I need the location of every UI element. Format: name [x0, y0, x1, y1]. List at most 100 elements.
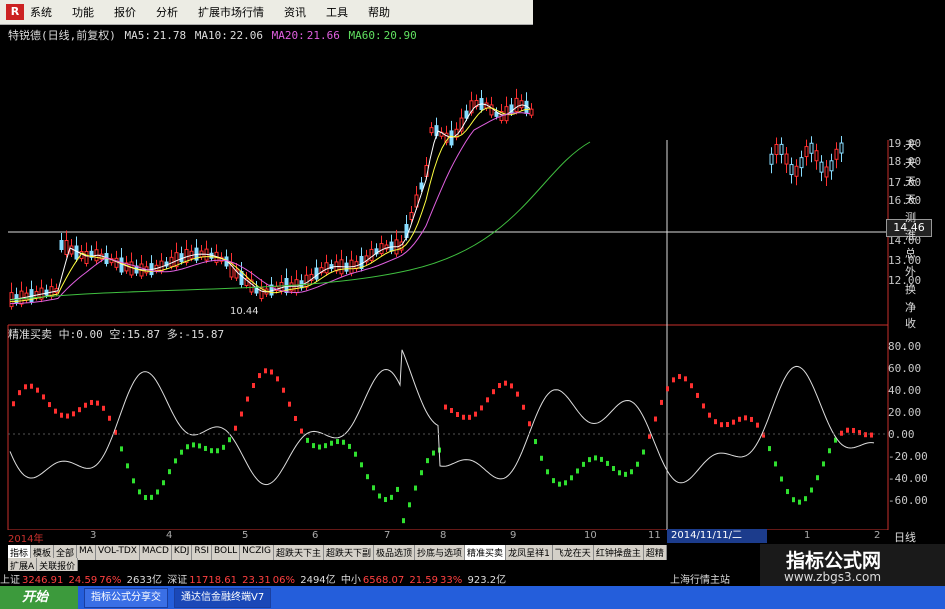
osc-mark: [750, 416, 753, 422]
osc-mark: [504, 380, 507, 386]
osc-mark: [516, 391, 519, 397]
ma10-value: 22.06: [229, 29, 263, 42]
tab-chaodie-sub[interactable]: 超跌天下副: [324, 545, 375, 560]
period-label[interactable]: 日线: [894, 529, 916, 545]
side-label[interactable]: 收: [905, 315, 916, 331]
tab-feilong[interactable]: 飞龙在天: [552, 545, 594, 560]
candle-body: [304, 274, 309, 288]
osc-short-value: 15.87: [127, 328, 161, 341]
osc-mark: [294, 415, 297, 421]
osc-mark: [624, 471, 627, 477]
side-label[interactable]: 外: [905, 263, 916, 279]
osc-mark: [684, 376, 687, 382]
osc-mark: [24, 384, 27, 390]
osc-mark: [510, 383, 513, 389]
ticker-value: 3246.91: [22, 575, 64, 586]
ticker-change: 24.59: [68, 575, 98, 586]
osc-mark: [168, 469, 171, 475]
tab-rsi[interactable]: RSI: [192, 545, 213, 560]
task-tdx[interactable]: 通达信金融终端V7: [174, 587, 272, 608]
side-label[interactable]: 测: [905, 209, 916, 225]
oscillator-header: 精准买卖 中:0.00 空:15.87 多:-15.87: [8, 326, 224, 342]
osc-mark: [420, 470, 423, 476]
watermark-url: www.zbgs3.com: [784, 570, 882, 584]
candle-body: [809, 142, 814, 154]
date-tick: 2014年: [8, 534, 44, 545]
osc-mark: [324, 443, 327, 449]
osc-mark: [108, 415, 111, 421]
osc-mark: [186, 444, 189, 450]
candle-body: [169, 256, 174, 267]
osc-mark: [570, 475, 573, 481]
osc-mark: [852, 427, 855, 433]
osc-mark: [492, 389, 495, 395]
osc-mark: [426, 458, 429, 464]
tab-hongzhong[interactable]: 红钟操盘主: [593, 545, 644, 560]
osc-mark: [132, 478, 135, 484]
windows-taskbar: 开始 指标公式分享交 通达信金融终端V7: [0, 586, 945, 609]
osc-mark: [564, 480, 567, 486]
date-tick: 10: [584, 530, 597, 541]
osc-mark: [552, 478, 555, 484]
ticker-value: 6568.07: [362, 575, 405, 586]
start-button[interactable]: 开始: [0, 586, 78, 609]
side-label[interactable]: 天: [905, 173, 916, 189]
ticker-server[interactable]: 上海行情主站: [670, 571, 730, 586]
side-label[interactable]: 净: [905, 299, 916, 315]
osc-mark: [810, 487, 813, 493]
osc-mark: [702, 403, 705, 409]
candle-body: [514, 97, 519, 112]
stock-chart[interactable]: [0, 0, 945, 609]
osc-mark: [312, 443, 315, 449]
side-label[interactable]: 天: [905, 155, 916, 171]
osc-mid-label: 中:: [58, 328, 77, 341]
task-forum[interactable]: 指标公式分享交: [84, 587, 168, 608]
side-label[interactable]: 总: [905, 245, 916, 261]
osc-mark: [54, 408, 57, 414]
side-label[interactable]: 天: [905, 191, 916, 207]
osc-mark: [288, 401, 291, 407]
osc-mark: [156, 489, 159, 495]
ma20-label: MA20:: [271, 29, 305, 42]
osc-mark: [330, 440, 333, 446]
tab-kdj[interactable]: KDJ: [171, 545, 193, 560]
tab-ma[interactable]: MA: [77, 545, 96, 560]
date-tick: 1: [804, 530, 811, 541]
osc-mark: [720, 422, 723, 428]
osc-mark: [636, 461, 639, 467]
tab-chaodi[interactable]: 抄底与选项: [415, 545, 466, 560]
osc-mark: [318, 444, 321, 450]
side-label[interactable]: 换: [905, 281, 916, 297]
osc-mark: [708, 412, 711, 418]
osc-mark: [522, 404, 525, 410]
side-label[interactable]: 天: [905, 137, 916, 153]
osc-mark: [300, 428, 303, 434]
ma20-value: 21.66: [306, 29, 340, 42]
osc-mark: [342, 439, 345, 445]
osc-mark: [192, 442, 195, 448]
osc-mark: [768, 446, 771, 452]
tab-jipin[interactable]: 极品选顶: [374, 545, 416, 560]
osc-mark: [336, 439, 339, 445]
ticker-label: 上证: [0, 575, 20, 586]
date-tick: 11: [648, 530, 661, 541]
tab-macd[interactable]: MACD: [139, 545, 172, 560]
tab-boll[interactable]: BOLL: [212, 545, 241, 560]
tab-nczig[interactable]: NCZIG: [240, 545, 274, 560]
candle-body: [804, 146, 809, 158]
osc-mark: [600, 456, 603, 462]
side-label[interactable]: 淮: [905, 227, 916, 243]
osc-mark: [870, 432, 873, 438]
tab-chaodie-main[interactable]: 超跌天下主: [273, 545, 324, 560]
tab-chaojing[interactable]: 超精: [643, 545, 667, 560]
candle-body: [829, 160, 834, 172]
osc-mark: [486, 397, 489, 403]
tab-longfeng[interactable]: 龙凤呈祥1: [506, 545, 553, 560]
watermark-title: 指标公式网: [786, 550, 882, 572]
osc-mark: [618, 470, 621, 476]
candle-body: [429, 127, 434, 134]
osc-mark: [732, 419, 735, 425]
tab-vol[interactable]: VOL-TDX: [95, 545, 140, 560]
osc-mark: [840, 430, 843, 436]
tab-jingzhun[interactable]: 精准买卖: [465, 545, 507, 560]
